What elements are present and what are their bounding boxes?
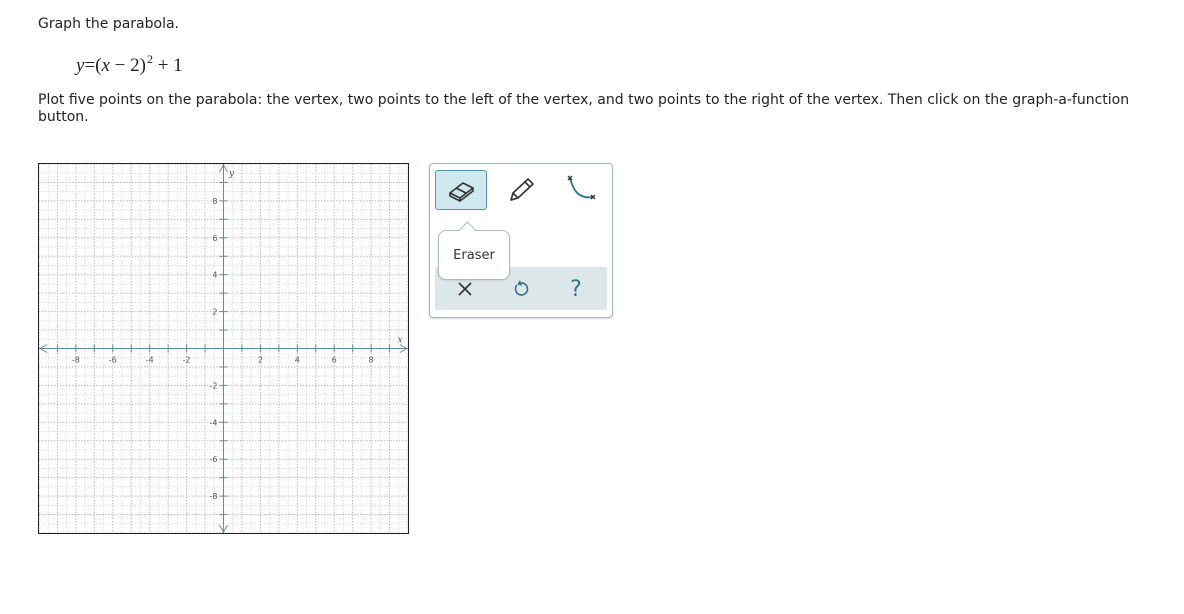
y-tick-label: -8 — [210, 492, 218, 501]
eraser-tooltip: Eraser — [438, 230, 510, 280]
graph-function-tool[interactable] — [555, 170, 607, 210]
question-title: Graph the parabola. — [38, 16, 179, 32]
undo-icon — [514, 280, 529, 296]
x-tick-label: -2 — [183, 356, 191, 365]
pencil-icon — [510, 178, 534, 201]
eraser-icon — [449, 182, 474, 202]
x-axis-label: x — [397, 336, 402, 346]
graph-canvas[interactable]: -8 -6 -4 -2 2 4 6 8 8 6 4 2 -2 -4 -6 -8 x y — [38, 163, 409, 534]
y-axis-label: y — [228, 169, 235, 179]
y-tick-label: -6 — [210, 455, 218, 464]
x-tick-label: 4 — [295, 356, 300, 365]
y-tick-label: 4 — [212, 271, 217, 280]
equation-minus: − 2 — [109, 55, 140, 76]
equation-var: x — [101, 55, 110, 76]
eraser-tool[interactable] — [435, 170, 487, 210]
x-tick-label: -8 — [72, 356, 80, 365]
y-tick-label: 8 — [212, 197, 217, 206]
graph-toolbar: Eraser ? — [429, 163, 613, 318]
x-tick-label: 8 — [369, 356, 374, 365]
y-tick-label: -4 — [210, 418, 218, 427]
graph-svg[interactable]: -8 -6 -4 -2 2 4 6 8 8 6 4 2 -2 -4 -6 -8 x y — [39, 164, 408, 533]
x-tick-label: -4 — [146, 356, 154, 365]
x-icon — [458, 282, 472, 296]
equation-close-paren: ) — [139, 55, 146, 76]
y-tick-label: 6 — [212, 234, 217, 243]
x-tick-label: 2 — [258, 356, 263, 365]
equation: y=(x − 2)2 + 1 — [76, 52, 183, 77]
pencil-tool[interactable] — [495, 170, 547, 210]
equation-tail: + 1 — [152, 55, 183, 76]
instructions: Plot five points on the parabola: the ve… — [38, 92, 1130, 125]
help-button[interactable]: ? — [554, 273, 598, 305]
help-icon: ? — [570, 276, 582, 302]
x-tick-label: -6 — [109, 356, 117, 365]
curve-icon — [567, 175, 596, 200]
equation-equals: = — [84, 55, 96, 76]
y-tick-label: -2 — [210, 381, 218, 390]
x-tick-label: 6 — [332, 356, 337, 365]
y-tick-label: 2 — [212, 308, 217, 317]
